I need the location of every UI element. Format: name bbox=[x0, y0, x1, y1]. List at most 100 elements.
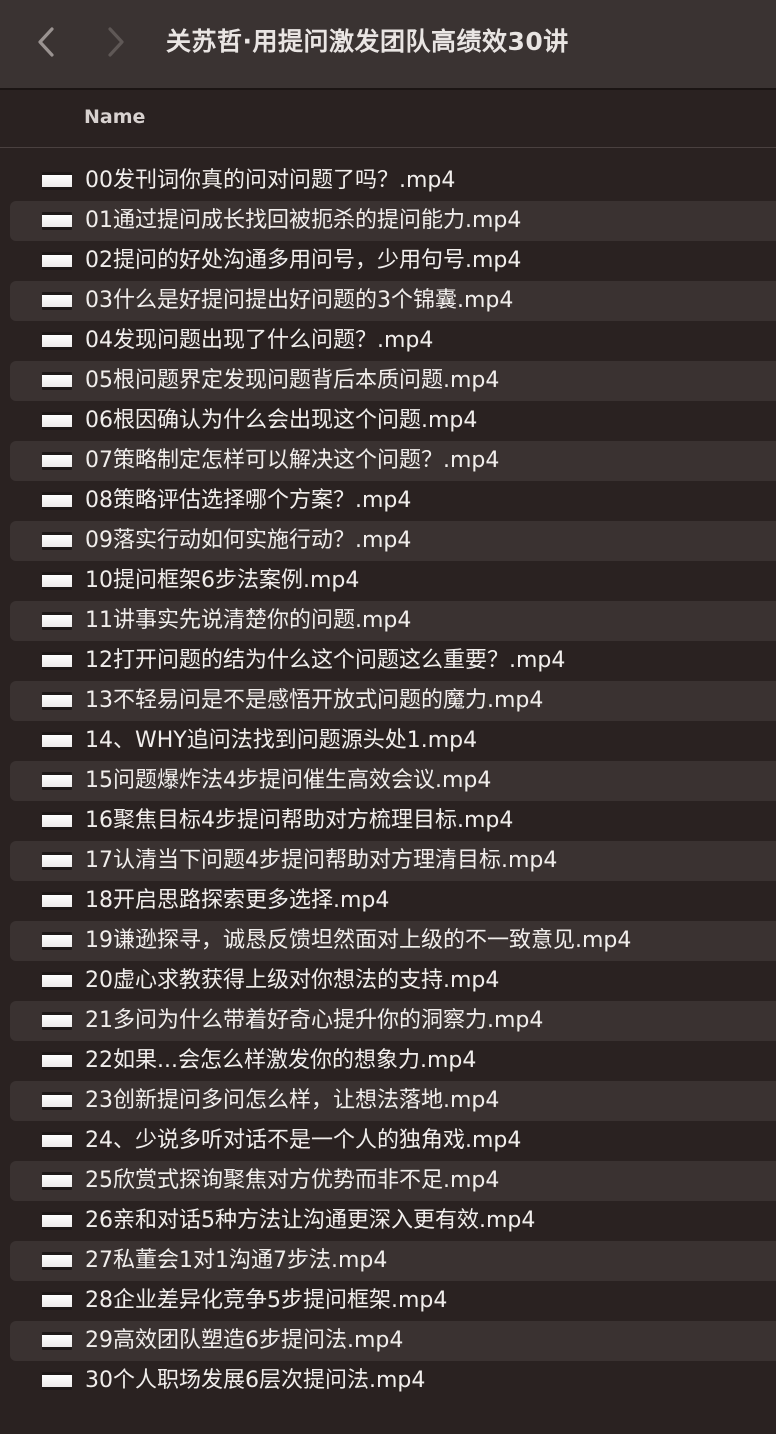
video-file-icon bbox=[42, 812, 72, 830]
file-row[interactable]: 20虚心求教获得上级对你想法的支持.mp4 bbox=[10, 961, 776, 1001]
video-file-icon bbox=[42, 172, 72, 190]
video-file-icon bbox=[42, 1252, 72, 1270]
file-name: 06根因确认为什么会出现这个问题.mp4 bbox=[85, 408, 478, 433]
video-file-icon bbox=[42, 652, 72, 670]
file-name: 22如果...会怎么样激发你的想象力.mp4 bbox=[85, 1048, 477, 1073]
file-row[interactable]: 29高效团队塑造6步提问法.mp4 bbox=[10, 1321, 776, 1361]
file-name: 10提问框架6步法案例.mp4 bbox=[85, 568, 360, 593]
video-file-icon bbox=[42, 1012, 72, 1030]
file-row[interactable]: 17认清当下问题4步提问帮助对方理清目标.mp4 bbox=[10, 841, 776, 881]
video-file-icon bbox=[42, 892, 72, 910]
video-file-icon bbox=[42, 1372, 72, 1390]
file-name: 07策略制定怎样可以解决这个问题？.mp4 bbox=[85, 448, 500, 473]
file-row[interactable]: 26亲和对话5种方法让沟通更深入更有效.mp4 bbox=[10, 1201, 776, 1241]
file-name: 30个人职场发展6层次提问法.mp4 bbox=[85, 1368, 426, 1393]
file-row[interactable]: 02提问的好处沟通多用问号，少用句号.mp4 bbox=[10, 241, 776, 281]
file-name: 09落实行动如何实施行动？.mp4 bbox=[85, 528, 412, 553]
file-name: 03什么是好提问提出好问题的3个锦囊.mp4 bbox=[85, 288, 514, 313]
column-header-bar: Name bbox=[0, 92, 776, 148]
file-name: 12打开问题的结为什么这个问题这么重要？.mp4 bbox=[85, 648, 566, 673]
file-name: 16聚焦目标4步提问帮助对方梳理目标.mp4 bbox=[85, 808, 514, 833]
forward-button[interactable] bbox=[96, 22, 136, 62]
file-row[interactable]: 30个人职场发展6层次提问法.mp4 bbox=[10, 1361, 776, 1401]
file-name: 25欣赏式探询聚焦对方优势而非不足.mp4 bbox=[85, 1168, 500, 1193]
file-row[interactable]: 12打开问题的结为什么这个问题这么重要？.mp4 bbox=[10, 641, 776, 681]
chevron-right-icon bbox=[108, 27, 124, 57]
video-file-icon bbox=[42, 1212, 72, 1230]
file-row[interactable]: 18开启思路探索更多选择.mp4 bbox=[10, 881, 776, 921]
file-row[interactable]: 08策略评估选择哪个方案？.mp4 bbox=[10, 481, 776, 521]
file-row[interactable]: 03什么是好提问提出好问题的3个锦囊.mp4 bbox=[10, 281, 776, 321]
video-file-icon bbox=[42, 532, 72, 550]
file-row[interactable]: 01通过提问成长找回被扼杀的提问能力.mp4 bbox=[10, 201, 776, 241]
window-title: 关苏哲·用提问激发团队高绩效30讲 bbox=[166, 27, 569, 56]
file-row[interactable]: 10提问框架6步法案例.mp4 bbox=[10, 561, 776, 601]
toolbar: 关苏哲·用提问激发团队高绩效30讲 bbox=[0, 0, 776, 90]
file-list: 00发刊词你真的问对问题了吗？.mp4 01通过提问成长找回被扼杀的提问能力.mp… bbox=[0, 161, 776, 1401]
video-file-icon bbox=[42, 452, 72, 470]
file-row[interactable]: 24、少说多听对话不是一个人的独角戏.mp4 bbox=[10, 1121, 776, 1161]
video-file-icon bbox=[42, 932, 72, 950]
file-name: 29高效团队塑造6步提问法.mp4 bbox=[85, 1328, 404, 1353]
file-name: 23创新提问多问怎么样，让想法落地.mp4 bbox=[85, 1088, 500, 1113]
video-file-icon bbox=[42, 732, 72, 750]
file-name: 08策略评估选择哪个方案？.mp4 bbox=[85, 488, 412, 513]
file-row[interactable]: 15问题爆炸法4步提问催生高效会议.mp4 bbox=[10, 761, 776, 801]
file-name: 20虚心求教获得上级对你想法的支持.mp4 bbox=[85, 968, 500, 993]
video-file-icon bbox=[42, 772, 72, 790]
file-row[interactable]: 11讲事实先说清楚你的问题.mp4 bbox=[10, 601, 776, 641]
file-name: 24、少说多听对话不是一个人的独角戏.mp4 bbox=[85, 1128, 522, 1153]
finder-window: 关苏哲·用提问激发团队高绩效30讲 Name 00发刊词你真的问对问题了吗？.m… bbox=[0, 0, 776, 1434]
file-name: 15问题爆炸法4步提问催生高效会议.mp4 bbox=[85, 768, 492, 793]
file-name: 18开启思路探索更多选择.mp4 bbox=[85, 888, 390, 913]
video-file-icon bbox=[42, 1292, 72, 1310]
file-name: 19谦逊探寻，诚恳反馈坦然面对上级的不一致意见.mp4 bbox=[85, 928, 632, 953]
video-file-icon bbox=[42, 1132, 72, 1150]
file-row[interactable]: 13不轻易问是不是感悟开放式问题的魔力.mp4 bbox=[10, 681, 776, 721]
file-name: 11讲事实先说清楚你的问题.mp4 bbox=[85, 608, 412, 633]
file-name: 21多问为什么带着好奇心提升你的洞察力.mp4 bbox=[85, 1008, 544, 1033]
file-row[interactable]: 16聚焦目标4步提问帮助对方梳理目标.mp4 bbox=[10, 801, 776, 841]
file-name: 26亲和对话5种方法让沟通更深入更有效.mp4 bbox=[85, 1208, 536, 1233]
file-name: 01通过提问成长找回被扼杀的提问能力.mp4 bbox=[85, 208, 522, 233]
file-name: 05根问题界定发现问题背后本质问题.mp4 bbox=[85, 368, 500, 393]
file-row[interactable]: 14、WHY追问法找到问题源头处1.mp4 bbox=[10, 721, 776, 761]
file-row[interactable]: 23创新提问多问怎么样，让想法落地.mp4 bbox=[10, 1081, 776, 1121]
file-row[interactable]: 07策略制定怎样可以解决这个问题？.mp4 bbox=[10, 441, 776, 481]
file-row[interactable]: 06根因确认为什么会出现这个问题.mp4 bbox=[10, 401, 776, 441]
file-row[interactable]: 19谦逊探寻，诚恳反馈坦然面对上级的不一致意见.mp4 bbox=[10, 921, 776, 961]
column-header-name[interactable]: Name bbox=[84, 106, 145, 128]
video-file-icon bbox=[42, 612, 72, 630]
file-name: 14、WHY追问法找到问题源头处1.mp4 bbox=[85, 728, 478, 753]
video-file-icon bbox=[42, 572, 72, 590]
file-name: 28企业差异化竞争5步提问框架.mp4 bbox=[85, 1288, 448, 1313]
video-file-icon bbox=[42, 692, 72, 710]
file-row[interactable]: 05根问题界定发现问题背后本质问题.mp4 bbox=[10, 361, 776, 401]
file-name: 27私董会1对1沟通7步法.mp4 bbox=[85, 1248, 388, 1273]
video-file-icon bbox=[42, 1172, 72, 1190]
file-row[interactable]: 25欣赏式探询聚焦对方优势而非不足.mp4 bbox=[10, 1161, 776, 1201]
video-file-icon bbox=[42, 492, 72, 510]
file-row[interactable]: 04发现问题出现了什么问题？.mp4 bbox=[10, 321, 776, 361]
chevron-left-icon bbox=[38, 27, 54, 57]
back-button[interactable] bbox=[26, 22, 66, 62]
file-row[interactable]: 09落实行动如何实施行动？.mp4 bbox=[10, 521, 776, 561]
file-row[interactable]: 28企业差异化竞争5步提问框架.mp4 bbox=[10, 1281, 776, 1321]
video-file-icon bbox=[42, 332, 72, 350]
file-name: 00发刊词你真的问对问题了吗？.mp4 bbox=[85, 168, 456, 193]
video-file-icon bbox=[42, 212, 72, 230]
file-name: 02提问的好处沟通多用问号，少用句号.mp4 bbox=[85, 248, 522, 273]
video-file-icon bbox=[42, 1332, 72, 1350]
video-file-icon bbox=[42, 292, 72, 310]
file-row[interactable]: 21多问为什么带着好奇心提升你的洞察力.mp4 bbox=[10, 1001, 776, 1041]
file-row[interactable]: 00发刊词你真的问对问题了吗？.mp4 bbox=[10, 161, 776, 201]
video-file-icon bbox=[42, 972, 72, 990]
video-file-icon bbox=[42, 412, 72, 430]
file-name: 13不轻易问是不是感悟开放式问题的魔力.mp4 bbox=[85, 688, 544, 713]
file-row[interactable]: 22如果...会怎么样激发你的想象力.mp4 bbox=[10, 1041, 776, 1081]
file-row[interactable]: 27私董会1对1沟通7步法.mp4 bbox=[10, 1241, 776, 1281]
video-file-icon bbox=[42, 372, 72, 390]
video-file-icon bbox=[42, 1092, 72, 1110]
video-file-icon bbox=[42, 252, 72, 270]
file-name: 04发现问题出现了什么问题？.mp4 bbox=[85, 328, 434, 353]
